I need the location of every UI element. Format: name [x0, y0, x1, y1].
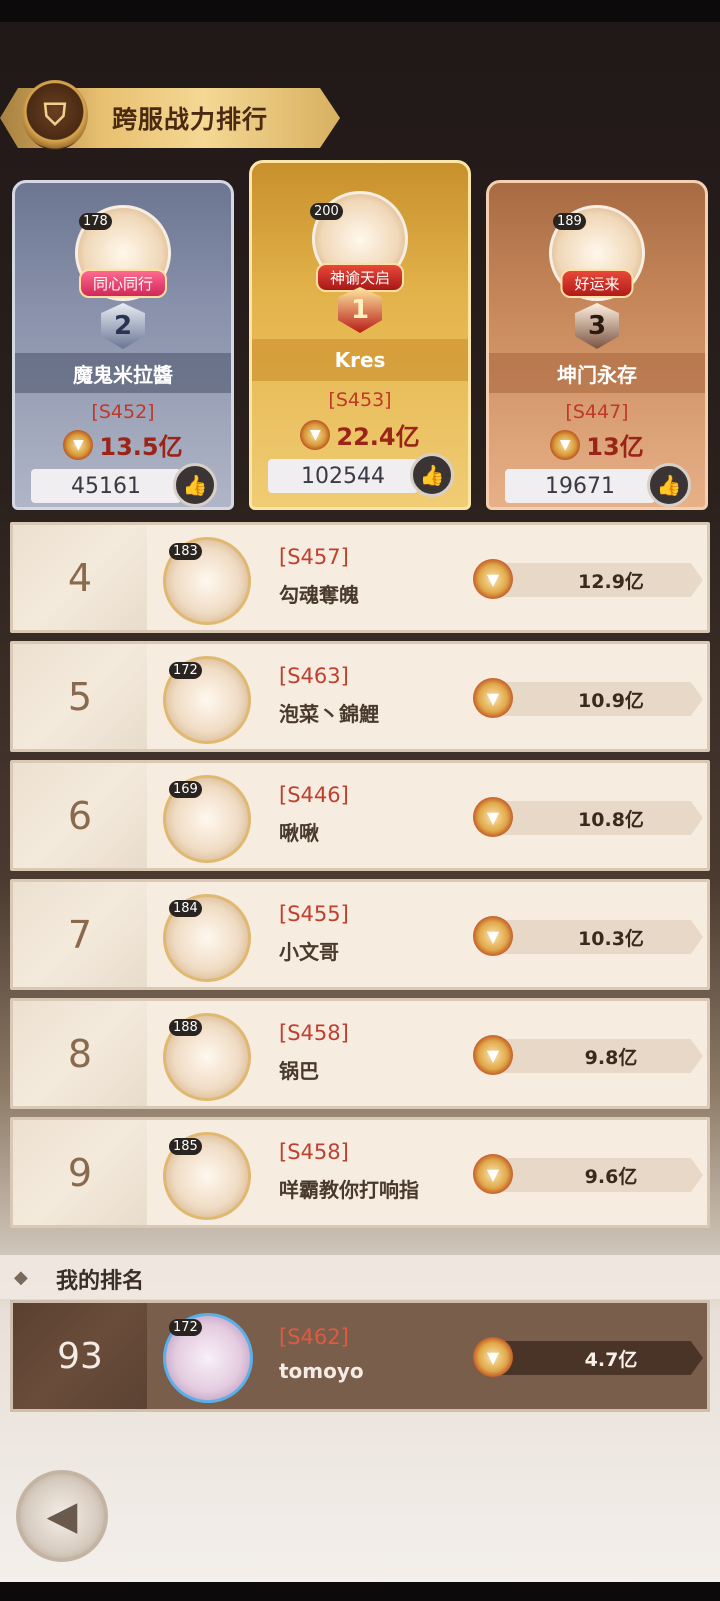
- server-label: [S447]: [565, 401, 629, 423]
- level-badge: 172: [169, 662, 202, 679]
- power-icon: ▼: [473, 559, 513, 599]
- player-name: 咩霸教你打响指: [279, 1178, 419, 1202]
- server-label: [S458]: [279, 1140, 349, 1164]
- rank-number: 5: [13, 644, 147, 749]
- rank-number: 93: [13, 1303, 147, 1409]
- thumbs-up-icon[interactable]: 👍: [173, 463, 217, 507]
- level-badge: 183: [169, 543, 202, 560]
- rank-row[interactable]: 8 188 [S458] 锅巴 9.8亿 ▼: [10, 998, 710, 1109]
- level-badge: 200: [310, 203, 343, 220]
- back-button[interactable]: ◀: [16, 1470, 108, 1562]
- like-count: 45161: [31, 469, 181, 503]
- rank-list[interactable]: 4 183 [S457] 勾魂奪魄 12.9亿 ▼ 5 172 [S463] 泡…: [10, 522, 710, 1236]
- power-text: 13.5亿: [99, 433, 183, 461]
- rank-number: 4: [13, 525, 147, 630]
- player-name: 坤门永存: [489, 353, 705, 393]
- player-name: 小文哥: [279, 940, 339, 964]
- level-badge: 184: [169, 900, 202, 917]
- rank-badge: 2: [101, 303, 145, 349]
- player-name: tomoyo: [279, 1359, 364, 1383]
- power-value: 4.7亿: [499, 1341, 703, 1375]
- rank-badge: 1: [338, 287, 382, 333]
- title-tag: 好运来: [560, 269, 634, 298]
- power-value: 10.8亿: [499, 801, 703, 835]
- player-name: 锅巴: [279, 1059, 319, 1083]
- rank-number: 8: [13, 1001, 147, 1106]
- podium-rank-1[interactable]: 200 神谕天启 1 Kres [S453] ▼ 22.4亿 102544 👍: [249, 160, 471, 510]
- power-icon: ▼: [300, 419, 331, 450]
- server-label: [S455]: [279, 902, 349, 926]
- rank-number: 6: [13, 763, 147, 868]
- server-label: [S463]: [279, 664, 349, 688]
- player-name: 泡菜丶錦鯉: [279, 702, 379, 726]
- level-badge: 178: [79, 213, 112, 230]
- diamond-icon: ◆: [14, 1267, 28, 1288]
- power-icon: ▼: [473, 797, 513, 837]
- power-icon: ▼: [63, 429, 94, 460]
- power-value: ▼ 13.5亿: [15, 427, 231, 462]
- level-badge: 172: [169, 1319, 202, 1336]
- thumbs-up-icon[interactable]: 👍: [410, 453, 454, 497]
- player-name: Kres: [252, 339, 468, 381]
- server-label: [S457]: [279, 545, 349, 569]
- podium-rank-2[interactable]: 178 同心同行 2 魔鬼米拉醬 [S452] ▼ 13.5亿 45161 👍: [12, 180, 234, 510]
- level-badge: 169: [169, 781, 202, 798]
- power-value: ▼ 22.4亿: [252, 417, 468, 452]
- level-badge: 189: [553, 213, 586, 230]
- power-icon: ▼: [473, 916, 513, 956]
- rank-row[interactable]: 5 172 [S463] 泡菜丶錦鯉 10.9亿 ▼: [10, 641, 710, 752]
- power-icon: ▼: [473, 678, 513, 718]
- my-rank-row[interactable]: 93 172 [S462] tomoyo 4.7亿 ▼: [10, 1300, 710, 1412]
- navigation-bar: [0, 1582, 720, 1601]
- player-name: 魔鬼米拉醬: [15, 353, 231, 393]
- rank-row[interactable]: 6 169 [S446] 啾啾 10.8亿 ▼: [10, 760, 710, 871]
- server-label: [S453]: [328, 389, 392, 411]
- power-value: 12.9亿: [499, 563, 703, 597]
- rank-row[interactable]: 4 183 [S457] 勾魂奪魄 12.9亿 ▼: [10, 522, 710, 633]
- podium-rank-3[interactable]: 189 好运来 3 坤门永存 [S447] ▼ 13亿 19671 👍: [486, 180, 708, 510]
- power-value: 10.9亿: [499, 682, 703, 716]
- rank-badge: 3: [575, 303, 619, 349]
- server-label: [S462]: [279, 1325, 349, 1349]
- rank-number: 7: [13, 882, 147, 987]
- thumbs-up-icon[interactable]: 👍: [647, 463, 691, 507]
- like-count: 19671: [505, 469, 655, 503]
- rank-row[interactable]: 7 184 [S455] 小文哥 10.3亿 ▼: [10, 879, 710, 990]
- server-label: [S452]: [91, 401, 155, 423]
- power-icon: ▼: [473, 1035, 513, 1075]
- power-icon: ▼: [473, 1154, 513, 1194]
- server-label: [S446]: [279, 783, 349, 807]
- level-badge: 188: [169, 1019, 202, 1036]
- my-rank-label: 我的排名: [56, 1269, 145, 1294]
- back-arrow-icon: ◀: [46, 1493, 78, 1539]
- rank-row[interactable]: 9 185 [S458] 咩霸教你打响指 9.6亿 ▼: [10, 1117, 710, 1228]
- power-icon: ▼: [550, 429, 581, 460]
- power-value: 9.6亿: [499, 1158, 703, 1192]
- page-title: 跨服战力排行: [112, 105, 269, 134]
- power-value: ▼ 13亿: [489, 427, 705, 462]
- ranking-emblem-icon: ⛉: [22, 80, 88, 150]
- player-name: 啾啾: [279, 821, 319, 845]
- power-icon: ▼: [473, 1337, 513, 1377]
- rank-number: 9: [13, 1120, 147, 1225]
- power-text: 22.4亿: [336, 423, 420, 451]
- level-badge: 185: [169, 1138, 202, 1155]
- like-count: 102544: [268, 459, 418, 493]
- title-tag: 同心同行: [78, 269, 168, 298]
- power-value: 9.8亿: [499, 1039, 703, 1073]
- power-text: 13亿: [586, 433, 644, 461]
- status-bar: [0, 0, 720, 22]
- power-value: 10.3亿: [499, 920, 703, 954]
- my-rank-header: ◆ 我的排名: [0, 1255, 720, 1299]
- player-name: 勾魂奪魄: [279, 583, 359, 607]
- server-label: [S458]: [279, 1021, 349, 1045]
